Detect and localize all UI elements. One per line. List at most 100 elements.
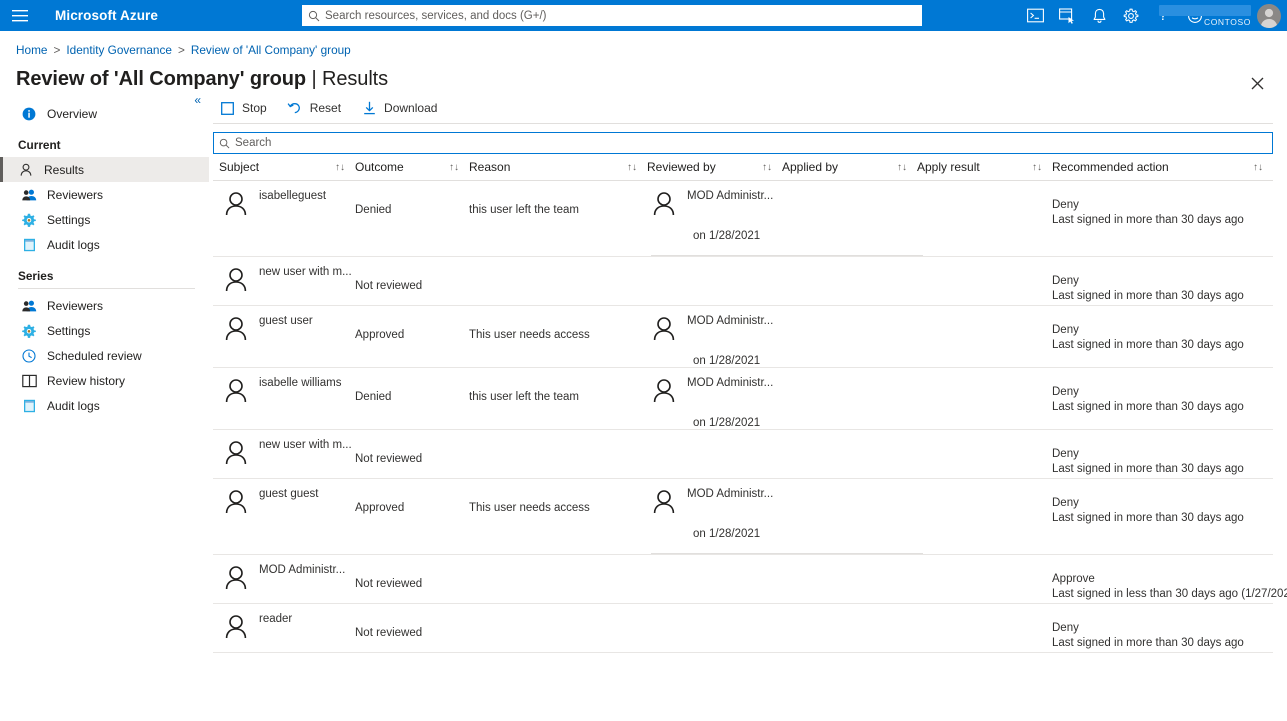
global-search-input[interactable]: Search resources, services, and docs (G+… bbox=[302, 5, 922, 26]
results-table: Subject ↑↓ Outcome ↑↓ Reason ↑↓ Reviewed… bbox=[213, 154, 1273, 653]
account-menu-button[interactable]: CONTOSO bbox=[1159, 0, 1281, 31]
page-title: Review of 'All Company' group | Results bbox=[16, 68, 388, 91]
collapse-nav-button[interactable]: « bbox=[194, 94, 201, 106]
column-header-label: Reviewed by bbox=[647, 160, 716, 174]
column-header-apply-result[interactable]: Apply result ↑↓ bbox=[917, 154, 1052, 181]
cell-outcome: Approved bbox=[355, 479, 469, 554]
sidebar-item-series-audit-logs[interactable]: Audit logs bbox=[0, 393, 209, 418]
recommended-action: Deny bbox=[1052, 274, 1244, 289]
search-icon bbox=[219, 138, 230, 149]
column-header-reason[interactable]: Reason ↑↓ bbox=[469, 154, 647, 181]
cell-reason bbox=[469, 604, 647, 652]
table-row[interactable]: reader Not reviewed Deny Last signed in … bbox=[213, 604, 1273, 653]
cell-apply-result bbox=[917, 306, 1052, 367]
recommended-action: Deny bbox=[1052, 621, 1244, 636]
cell-applied-by bbox=[782, 479, 917, 554]
sort-icon: ↑↓ bbox=[627, 162, 637, 173]
column-header-outcome[interactable]: Outcome ↑↓ bbox=[355, 154, 469, 181]
table-row[interactable]: isabelle williams Denied this user left … bbox=[213, 368, 1273, 430]
cell-reviewed-by: MOD Administr... on 1/28/2021 bbox=[647, 181, 782, 256]
directories-subscriptions-icon bbox=[1059, 8, 1076, 24]
sidebar-item-label: Reviewers bbox=[47, 299, 103, 313]
person-avatar-icon bbox=[219, 436, 253, 470]
subject-person: reader bbox=[219, 604, 345, 644]
download-button-label: Download bbox=[384, 101, 437, 115]
subject-person: isabelleguest bbox=[219, 181, 345, 221]
people-icon bbox=[21, 187, 37, 203]
cell-reviewed-by bbox=[647, 604, 782, 652]
person-avatar-icon bbox=[219, 312, 253, 346]
breadcrumb-item-identity-governance[interactable]: Identity Governance bbox=[66, 43, 172, 57]
cell-applied-by bbox=[782, 555, 917, 603]
column-header-subject[interactable]: Subject ↑↓ bbox=[213, 154, 355, 181]
sidebar-item-results[interactable]: Results bbox=[0, 157, 209, 182]
sidebar-item-overview[interactable]: Overview bbox=[0, 101, 209, 126]
sort-icon: ↑↓ bbox=[335, 162, 345, 173]
sidebar-item-series-reviewers[interactable]: Reviewers bbox=[0, 293, 209, 318]
page-title-divider: | bbox=[311, 68, 316, 90]
column-header-applied-by[interactable]: Applied by ↑↓ bbox=[782, 154, 917, 181]
person-avatar-icon bbox=[647, 187, 681, 221]
sidebar-item-current-settings[interactable]: Settings bbox=[0, 207, 209, 232]
results-panel: Stop Reset bbox=[209, 91, 1287, 706]
table-row[interactable]: guest user Approved This user needs acce… bbox=[213, 306, 1273, 368]
table-row[interactable]: new user with m... Not reviewed Deny Las… bbox=[213, 257, 1273, 306]
reviewer-person: MOD Administr... bbox=[647, 479, 772, 519]
directories-subscriptions-button[interactable] bbox=[1051, 0, 1083, 31]
table-row[interactable]: MOD Administr... Not reviewed Approve La… bbox=[213, 555, 1273, 604]
cell-reviewed-by: MOD Administr... on 1/28/2021 bbox=[647, 306, 782, 367]
cell-applied-by bbox=[782, 181, 917, 256]
recommended-detail: Last signed in more than 30 days ago bbox=[1052, 400, 1244, 415]
notifications-bell-icon bbox=[1092, 8, 1107, 24]
cell-subject: new user with m... bbox=[213, 430, 355, 478]
sidebar-item-series-settings[interactable]: Settings bbox=[0, 318, 209, 343]
cell-recommended-action: Deny Last signed in more than 30 days ag… bbox=[1052, 181, 1254, 256]
cell-outcome: Not reviewed bbox=[355, 430, 469, 478]
column-header-reviewed-by[interactable]: Reviewed by ↑↓ bbox=[647, 154, 782, 181]
cell-applied-by bbox=[782, 430, 917, 478]
subject-meta: reader bbox=[259, 610, 292, 625]
download-button[interactable]: Download bbox=[359, 95, 445, 121]
reset-button[interactable]: Reset bbox=[285, 95, 349, 121]
person-avatar-icon bbox=[647, 374, 681, 408]
page-title-main: Review of 'All Company' group bbox=[16, 68, 306, 90]
table-row[interactable]: isabelleguest Denied this user left the … bbox=[213, 181, 1273, 257]
cell-outcome: Not reviewed bbox=[355, 604, 469, 652]
person-avatar-icon bbox=[219, 374, 253, 408]
subject-name: guest guest bbox=[259, 488, 318, 500]
recommended-action: Deny bbox=[1052, 198, 1244, 213]
person-avatar-icon bbox=[219, 485, 253, 519]
stop-button-label: Stop bbox=[242, 101, 267, 115]
notifications-button[interactable] bbox=[1083, 0, 1115, 31]
stop-button[interactable]: Stop bbox=[217, 95, 275, 121]
hamburger-menu-button[interactable] bbox=[0, 0, 40, 31]
azure-brand-link[interactable]: Microsoft Azure bbox=[55, 8, 158, 23]
portal-settings-button[interactable] bbox=[1115, 0, 1147, 31]
cell-recommended-action: Deny Last signed in more than 30 days ag… bbox=[1052, 430, 1254, 478]
reviewer-name: MOD Administr... bbox=[687, 190, 773, 202]
search-placeholder: Search bbox=[235, 137, 271, 149]
search-input[interactable]: Search bbox=[213, 132, 1273, 154]
cloud-shell-button[interactable] bbox=[1019, 0, 1051, 31]
table-row[interactable]: guest guest Approved This user needs acc… bbox=[213, 479, 1273, 555]
table-row[interactable]: new user with m... Not reviewed Deny Las… bbox=[213, 430, 1273, 479]
reviewer-person: MOD Administr... bbox=[647, 306, 772, 346]
hamburger-icon bbox=[12, 9, 28, 23]
cell-recommended-action: Deny Last signed in more than 30 days ag… bbox=[1052, 604, 1254, 652]
breadcrumb-item-review[interactable]: Review of 'All Company' group bbox=[191, 43, 351, 57]
sidebar-item-current-reviewers[interactable]: Reviewers bbox=[0, 182, 209, 207]
close-blade-button[interactable] bbox=[1241, 67, 1273, 99]
cell-reason: this user left the team bbox=[469, 181, 647, 256]
sidebar-item-label: Reviewers bbox=[47, 188, 103, 202]
column-header-recommended-action[interactable]: Recommended action ↑↓ bbox=[1052, 154, 1273, 181]
reviewer-person: MOD Administr... bbox=[647, 181, 772, 221]
cell-subject: new user with m... bbox=[213, 257, 355, 305]
sidebar-item-current-audit-logs[interactable]: Audit logs bbox=[0, 232, 209, 257]
cell-reviewed-by bbox=[647, 257, 782, 305]
sidebar-item-label: Results bbox=[44, 163, 84, 177]
breadcrumb-item-home[interactable]: Home bbox=[16, 43, 47, 57]
command-toolbar: Stop Reset bbox=[213, 93, 1273, 123]
sidebar-item-scheduled-review[interactable]: Scheduled review bbox=[0, 343, 209, 368]
sidebar-item-review-history[interactable]: Review history bbox=[0, 368, 209, 393]
cell-reason bbox=[469, 430, 647, 478]
